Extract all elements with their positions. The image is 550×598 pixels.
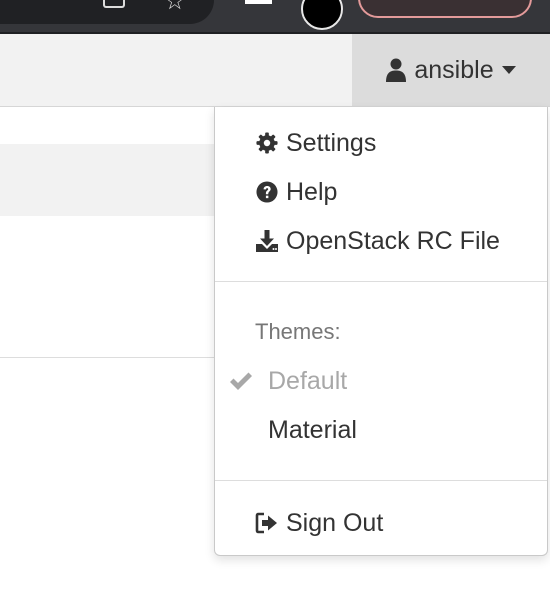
menu-item-settings[interactable]: Settings [215, 123, 550, 163]
caret-down-icon [501, 66, 516, 74]
question-circle-icon [255, 180, 279, 204]
browser-toolbar: ☆ [0, 0, 550, 34]
share-icon[interactable] [103, 0, 125, 8]
window-icon[interactable] [245, 0, 272, 4]
menu-item-help[interactable]: Help [215, 172, 550, 212]
browser-update-button[interactable] [358, 0, 532, 18]
user-icon [386, 58, 407, 82]
menu-item-label: Sign Out [286, 508, 384, 537]
gear-icon [255, 131, 279, 155]
theme-option-default[interactable]: Default [215, 361, 547, 401]
themes-header: Themes: [255, 319, 341, 344]
sign-out-icon [255, 511, 279, 535]
download-icon [255, 229, 279, 253]
menu-item-openstack-rc-file[interactable]: OpenStack RC File [215, 221, 550, 261]
username-label: ansible [414, 55, 494, 84]
theme-option-label: Material [268, 415, 357, 444]
menu-item-label: OpenStack RC File [286, 226, 500, 255]
menu-item-label: Settings [286, 128, 377, 157]
menu-item-label: Help [286, 177, 338, 206]
content-divider [0, 357, 230, 358]
star-icon[interactable]: ☆ [164, 0, 186, 14]
menu-divider [215, 281, 547, 282]
checkmark-icon [230, 372, 252, 390]
user-dropdown-menu: Settings Help OpenStack RC File Themes: [214, 107, 548, 556]
profile-avatar[interactable] [301, 0, 343, 30]
content-row [0, 144, 230, 216]
menu-divider [215, 480, 547, 481]
menu-item-sign-out[interactable]: Sign Out [215, 503, 550, 543]
theme-option-material[interactable]: Material [215, 410, 547, 450]
theme-option-label: Default [268, 366, 348, 395]
top-navbar: ansible [0, 34, 550, 107]
user-menu-toggle[interactable]: ansible [352, 34, 550, 106]
